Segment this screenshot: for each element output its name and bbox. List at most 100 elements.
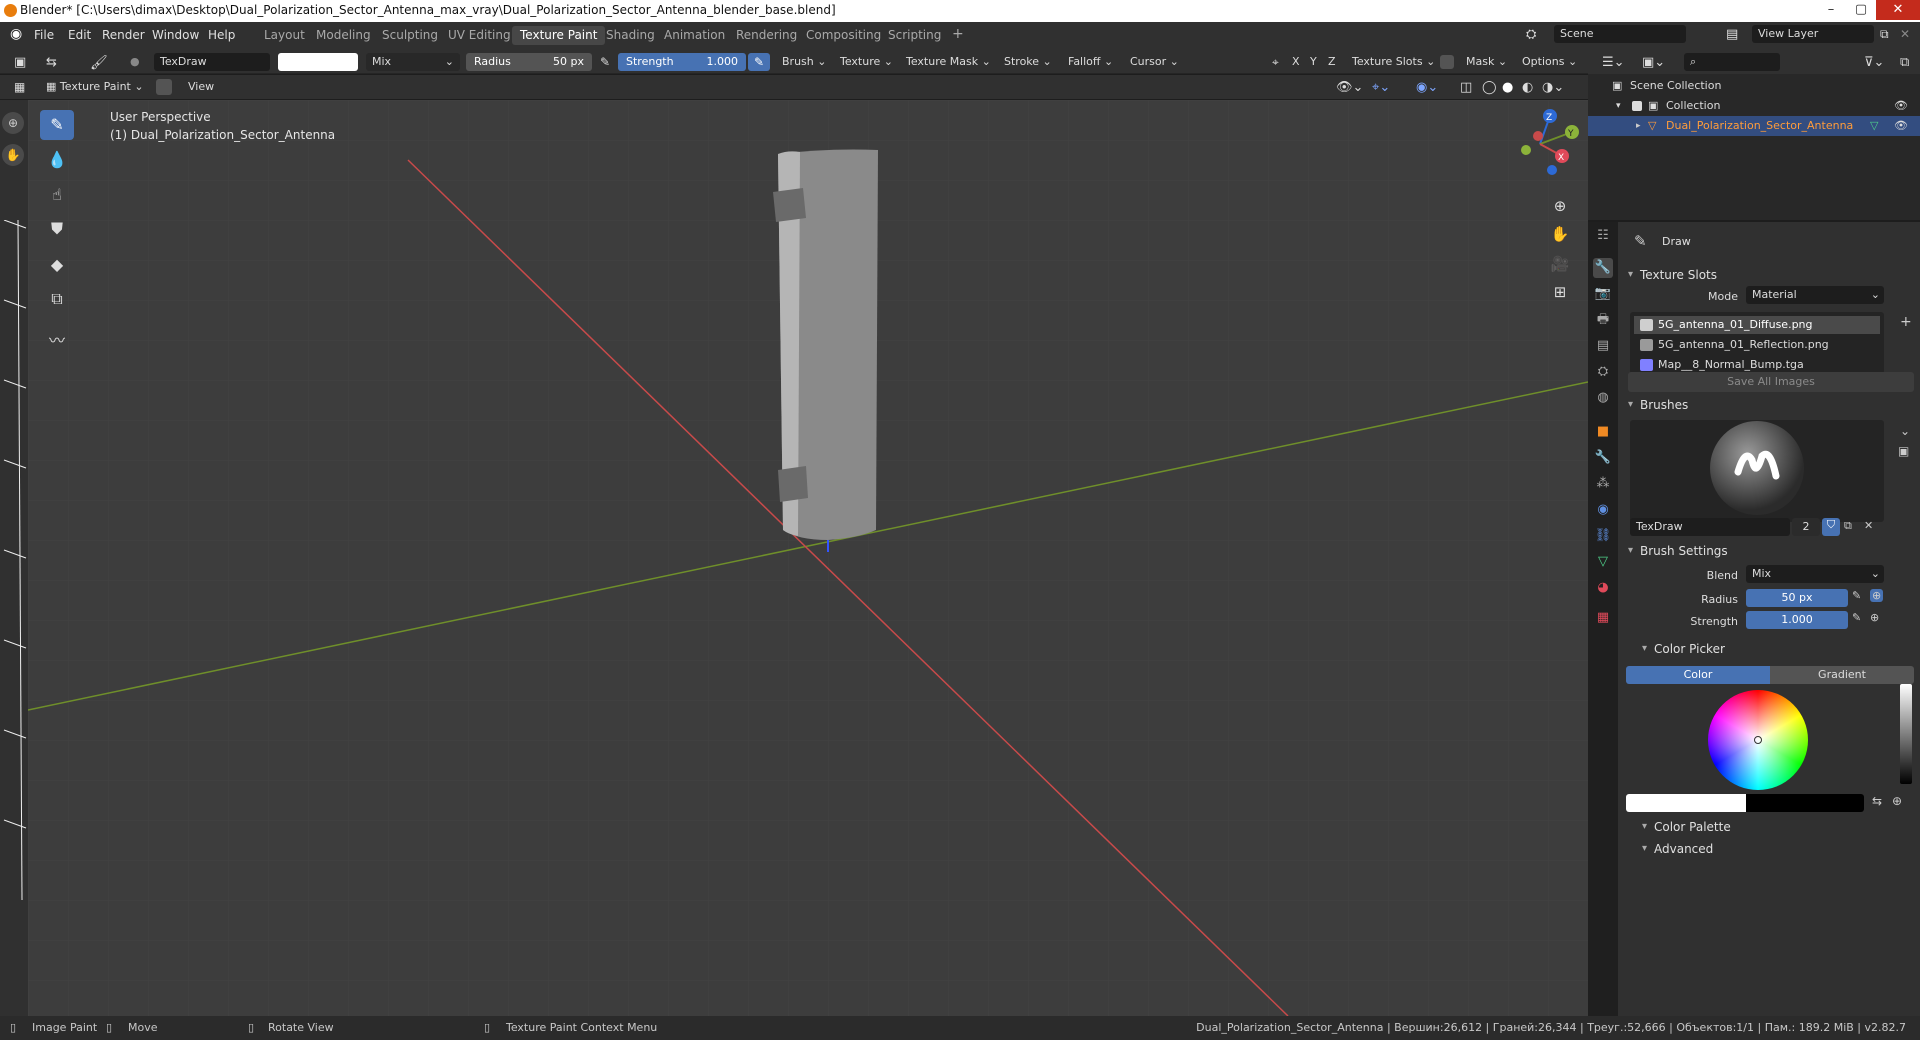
blender-menu-icon[interactable]: ◉	[10, 26, 22, 42]
radius-slider[interactable]: 50 px	[1746, 589, 1848, 607]
menu-window[interactable]: Window	[152, 28, 199, 42]
navigation-gizmo[interactable]: Z Y X	[1498, 106, 1588, 186]
color-picker-panel-header[interactable]: Color Picker	[1640, 638, 1920, 660]
mask-tool-button[interactable]: ⧉	[40, 284, 74, 314]
add-slot-button[interactable]: +	[1900, 314, 1912, 330]
collapse-arrow-icon[interactable]: ▸	[1636, 116, 1641, 136]
soften-tool-button[interactable]: 💧	[40, 145, 74, 175]
add-workspace-button[interactable]: +	[944, 24, 972, 43]
constraints-tab-icon[interactable]: ⛓	[1593, 526, 1613, 546]
brush-icon[interactable]: 🖌	[84, 53, 114, 71]
strength-slider[interactable]: 1.000	[1746, 611, 1848, 629]
brush-settings-panel-header[interactable]: Brush Settings	[1626, 540, 1918, 562]
output-tab-icon[interactable]: 🖶	[1593, 310, 1613, 330]
collection-checkbox[interactable]	[1632, 101, 1642, 111]
texture-slot-item[interactable]: 5G_antenna_01_Diffuse.png	[1634, 316, 1880, 334]
secondary-color-swatch[interactable]	[1746, 794, 1864, 812]
clone-tool-button[interactable]: ⛊	[40, 214, 74, 244]
view-layer-tab-icon[interactable]: ▤	[1593, 336, 1613, 356]
tab-layout[interactable]: Layout	[256, 26, 313, 45]
eye-icon[interactable]: 👁	[1894, 96, 1908, 116]
menu-mask[interactable]: Mask ⌄	[1460, 53, 1513, 71]
save-all-images-button[interactable]: Save All Images	[1628, 372, 1914, 392]
outliner-scene-collection[interactable]: ▣ Scene Collection	[1588, 76, 1920, 96]
fill-tool-button[interactable]: ◆	[40, 250, 74, 280]
brush-dropdown-icon[interactable]: ⌄	[1900, 424, 1910, 438]
editor-type-icon[interactable]: ▣	[8, 53, 32, 71]
radius-unit-icon[interactable]: ⊕	[1870, 589, 1884, 602]
menu-render[interactable]: Render	[102, 28, 145, 42]
outliner-collection[interactable]: ▾ ▣ Collection 👁	[1588, 96, 1920, 116]
overlays-icon[interactable]: ◉⌄	[1410, 78, 1444, 96]
tab-animation[interactable]: Animation	[656, 26, 733, 45]
editor-type-icon[interactable]: ☷	[1593, 226, 1613, 246]
zoom-icon[interactable]: ⊕	[1548, 194, 1572, 218]
radius-slider[interactable]: Radius 50 px	[466, 53, 592, 71]
navigate-icon[interactable]: ⊕	[2, 112, 24, 134]
menu-cursor[interactable]: Cursor ⌄	[1124, 53, 1185, 71]
color-palette-panel-header[interactable]: Color Palette	[1640, 816, 1920, 838]
menu-texture-mask[interactable]: Texture Mask ⌄	[900, 53, 997, 71]
value-slider[interactable]	[1900, 684, 1912, 784]
outliner-search-input[interactable]: ⌕	[1684, 53, 1780, 71]
blend-dropdown[interactable]: Mix ⌄	[1746, 565, 1884, 583]
tool-icon[interactable]: ⇆	[40, 53, 63, 71]
pan-view-icon[interactable]: ✋	[1548, 222, 1572, 246]
tab-sculpting[interactable]: Sculpting	[374, 26, 446, 45]
tab-shading[interactable]: Shading	[598, 26, 663, 45]
strength-unit-icon[interactable]: ⊕	[1870, 611, 1879, 624]
texture-slot-item[interactable]: 5G_antenna_01_Reflection.png	[1634, 336, 1880, 354]
radius-pressure-icon[interactable]: ✎	[594, 53, 616, 71]
render-tab-icon[interactable]: 📷	[1593, 284, 1613, 304]
overlay-checkbox[interactable]	[156, 79, 172, 95]
modifier-tab-icon[interactable]: 🔧	[1593, 448, 1613, 468]
tab-compositing[interactable]: Compositing	[798, 26, 889, 45]
new-view-layer-icon[interactable]: ⧉	[1880, 27, 1889, 42]
object-tab-icon[interactable]: ■	[1593, 422, 1613, 442]
gradient-tab[interactable]: Gradient	[1770, 666, 1914, 684]
brush-color-swatch[interactable]	[278, 53, 358, 71]
annotate-tool-button[interactable]: 〰	[40, 326, 74, 356]
tab-modeling[interactable]: Modeling	[308, 26, 379, 45]
data-tab-icon[interactable]: ▽	[1593, 552, 1613, 572]
blend-dropdown[interactable]: Mix ⌄	[366, 53, 460, 71]
mode-dropdown[interactable]: ▦ Texture Paint ⌄	[40, 78, 150, 96]
pan-icon[interactable]: ✋	[2, 144, 24, 166]
rendered-shading-icon[interactable]: ◑⌄	[1536, 78, 1570, 96]
new-collection-icon[interactable]: ⧉	[1894, 53, 1915, 71]
material-tab-icon[interactable]: ◕	[1593, 578, 1613, 598]
pressure-icon[interactable]: ✎	[1852, 611, 1861, 624]
mask-checkbox[interactable]	[1440, 55, 1454, 69]
close-button[interactable]: ✕	[1876, 0, 1920, 20]
3d-viewport[interactable]: User Perspective (1) Dual_Polarization_S…	[28, 100, 1588, 1016]
menu-texture-slots[interactable]: Texture Slots ⌄	[1346, 53, 1441, 71]
strength-slider[interactable]: Strength 1.000	[618, 53, 746, 71]
texture-slots-panel-header[interactable]: Texture Slots	[1626, 264, 1918, 286]
smear-tool-button[interactable]: ☝	[40, 180, 74, 210]
mode-dropdown[interactable]: Material ⌄	[1746, 286, 1884, 304]
draw-tool-button[interactable]: ✎	[40, 110, 74, 140]
primary-color-swatch[interactable]	[1626, 794, 1746, 812]
menu-texture[interactable]: Texture ⌄	[834, 53, 899, 71]
ortho-toggle-icon[interactable]: ⊞	[1548, 280, 1572, 304]
menu-view[interactable]: View	[182, 78, 220, 96]
texture-tab-icon[interactable]: ▦	[1593, 608, 1613, 628]
menu-file[interactable]: File	[34, 28, 54, 42]
physics-tab-icon[interactable]: ◉	[1593, 500, 1613, 520]
duplicate-brush-icon[interactable]: ⧉	[1844, 519, 1852, 533]
maximize-button[interactable]: ▢	[1846, 0, 1876, 20]
tab-rendering[interactable]: Rendering	[728, 26, 805, 45]
minimize-button[interactable]: –	[1816, 0, 1846, 20]
mirror-z-toggle[interactable]: Z	[1322, 53, 1342, 71]
world-tab-icon[interactable]: ◍	[1593, 388, 1613, 408]
symmetry-icon[interactable]: ⌖	[1266, 53, 1285, 71]
tab-texture-paint[interactable]: Texture Paint	[512, 26, 606, 45]
scene-field[interactable]: Scene	[1554, 25, 1686, 43]
camera-view-icon[interactable]: 🎥	[1548, 252, 1572, 276]
scene-tab-icon[interactable]: ⛭	[1593, 362, 1613, 382]
brush-name-field[interactable]: TexDraw	[1630, 518, 1790, 536]
color-wheel[interactable]	[1708, 690, 1808, 790]
menu-options[interactable]: Options ⌄	[1516, 53, 1583, 71]
advanced-panel-header[interactable]: Advanced	[1640, 838, 1920, 860]
tool-tab-icon[interactable]: 🔧	[1593, 258, 1613, 278]
